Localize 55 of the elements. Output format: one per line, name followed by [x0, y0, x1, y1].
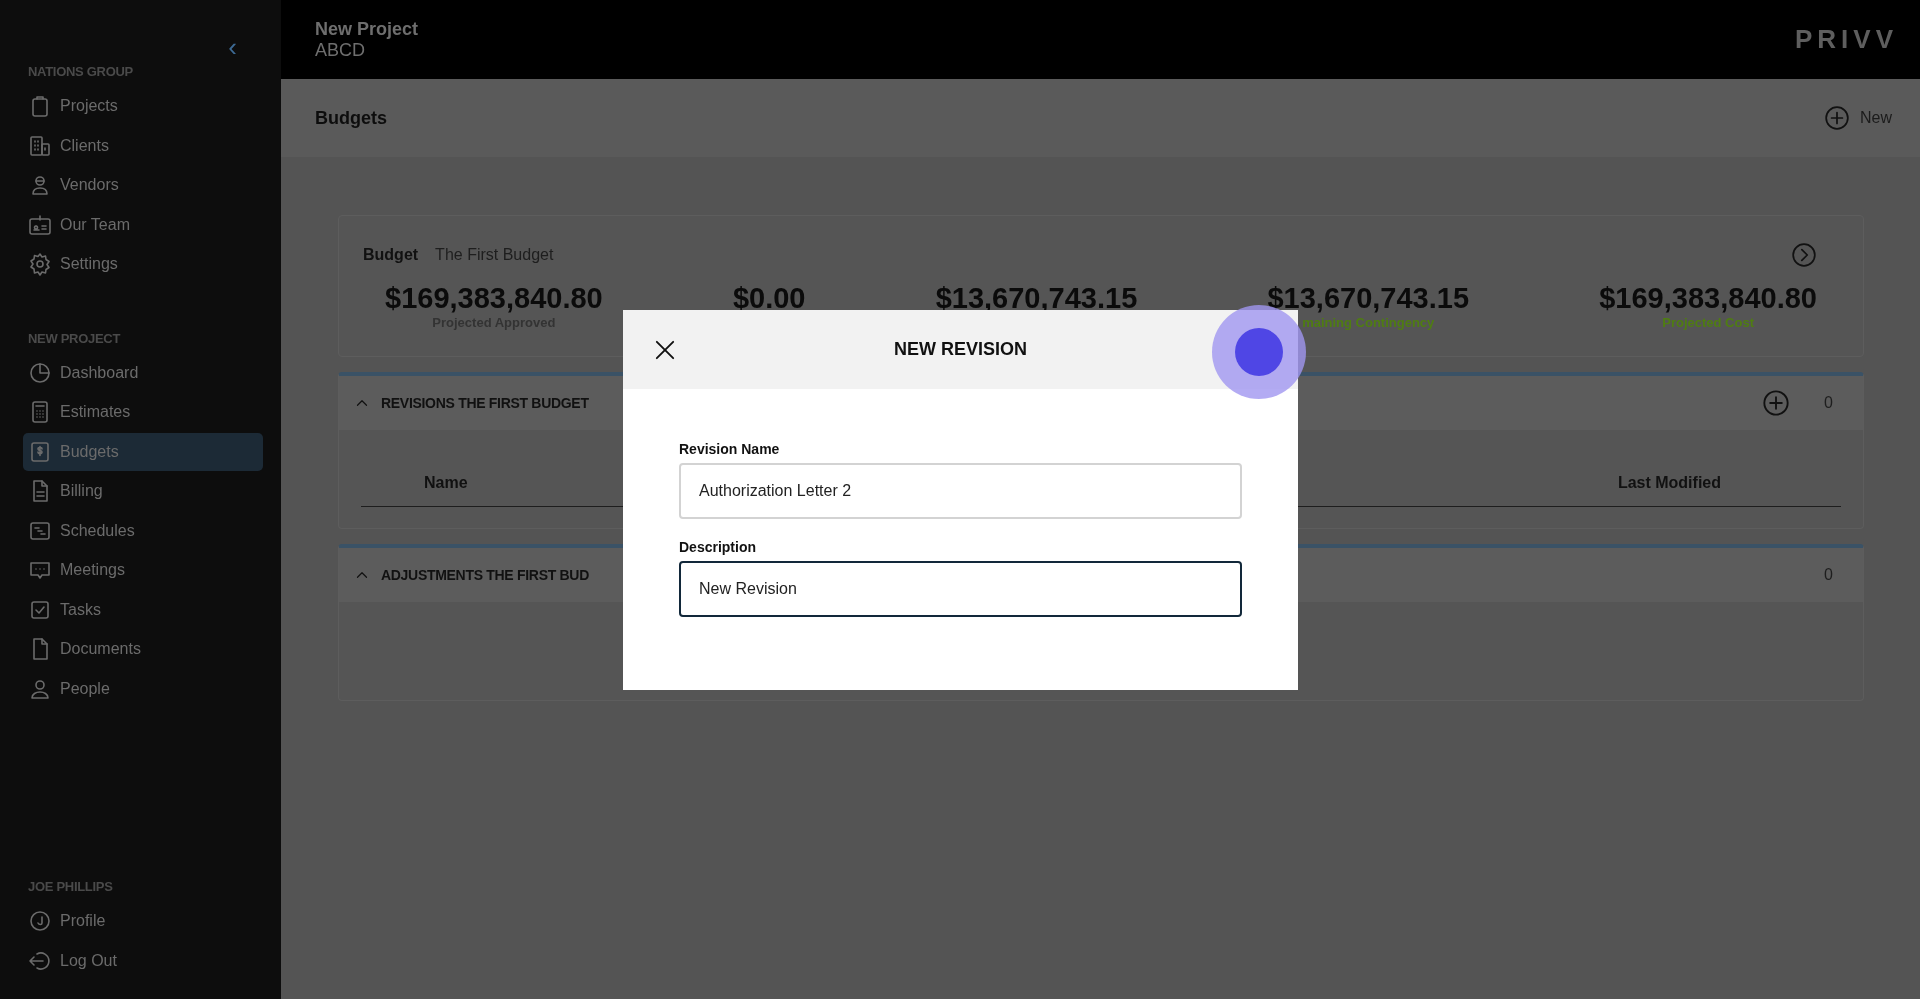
collapse-button[interactable]: ‹ — [228, 34, 237, 60]
nav-item[interactable]: Schedules — [23, 511, 263, 550]
settings-icon — [28, 252, 52, 276]
modal-title: NEW REVISION — [893, 339, 1028, 360]
nav-item[interactable]: Meetings — [23, 551, 263, 589]
field-label: Revision Name — [679, 441, 781, 457]
stat-label: Projected Cost — [1662, 315, 1754, 330]
nav-item[interactable]: Log Out — [23, 941, 263, 980]
nav-item[interactable]: Dashboard — [23, 353, 263, 392]
nav-item[interactable]: Settings — [23, 245, 263, 283]
project-code: ABCD — [315, 39, 366, 61]
amount: $13,670,743.15 — [1267, 282, 1470, 315]
new-button[interactable]: New — [1824, 105, 1892, 131]
nav-item[interactable]: Billing — [23, 472, 263, 510]
stat-label: maining Contingency — [1302, 315, 1435, 330]
column-header: Name — [424, 474, 468, 492]
plus-circle-icon — [1824, 105, 1850, 131]
profile-icon — [28, 909, 52, 933]
nav-item[interactable]: Profile — [23, 902, 263, 940]
nav-item[interactable]: People — [23, 669, 263, 708]
project-name: New Project — [315, 18, 419, 40]
nav-item[interactable]: Vendors — [23, 166, 263, 204]
input-field[interactable]: New Revision — [679, 561, 1242, 617]
nav-item[interactable]: Tasks — [23, 590, 263, 629]
nav-item[interactable]: Projects — [23, 87, 263, 125]
input-field[interactable]: Authorization Letter 2 — [679, 463, 1242, 519]
field-label: Description — [679, 539, 757, 555]
nav-item[interactable]: Estimates — [23, 393, 263, 431]
buildings-icon — [28, 133, 52, 158]
chevron-circle-icon — [1791, 242, 1817, 268]
section-heading: JOE PHILLIPS — [27, 879, 114, 894]
nav-item[interactable]: Documents — [23, 630, 263, 668]
column-header: Last Modified — [1617, 474, 1721, 492]
amount: $169,383,840.80 — [385, 282, 603, 315]
section-heading: NATIONS GROUP — [27, 64, 134, 79]
nav-item[interactable]: Budgets — [23, 432, 263, 471]
id-card-icon — [28, 212, 52, 237]
budget-label: Budget — [363, 246, 419, 264]
nav-item[interactable]: Clients — [23, 126, 263, 165]
add-button[interactable] — [1762, 389, 1791, 417]
amount: $0.00 — [732, 282, 806, 315]
panel-title: ADJUSTMENTS THE FIRST BUD — [381, 567, 589, 583]
count: 0 — [1824, 394, 1833, 412]
nav-item[interactable]: Our Team — [23, 205, 263, 244]
logo: PRIVV — [1794, 24, 1898, 55]
amount: $13,670,743.15 — [935, 282, 1138, 315]
panel-title: REVISIONS THE FIRST BUDGET — [381, 395, 589, 411]
plus-circle-icon — [1762, 389, 1791, 417]
open-button[interactable] — [1791, 242, 1817, 268]
amount: $169,383,840.80 — [1599, 282, 1817, 315]
pie-chart-icon — [28, 360, 52, 385]
section-heading: NEW PROJECT — [27, 330, 122, 346]
count: 0 — [1824, 566, 1833, 584]
dollar-icon — [28, 439, 52, 464]
page-title: Budgets — [315, 107, 387, 129]
